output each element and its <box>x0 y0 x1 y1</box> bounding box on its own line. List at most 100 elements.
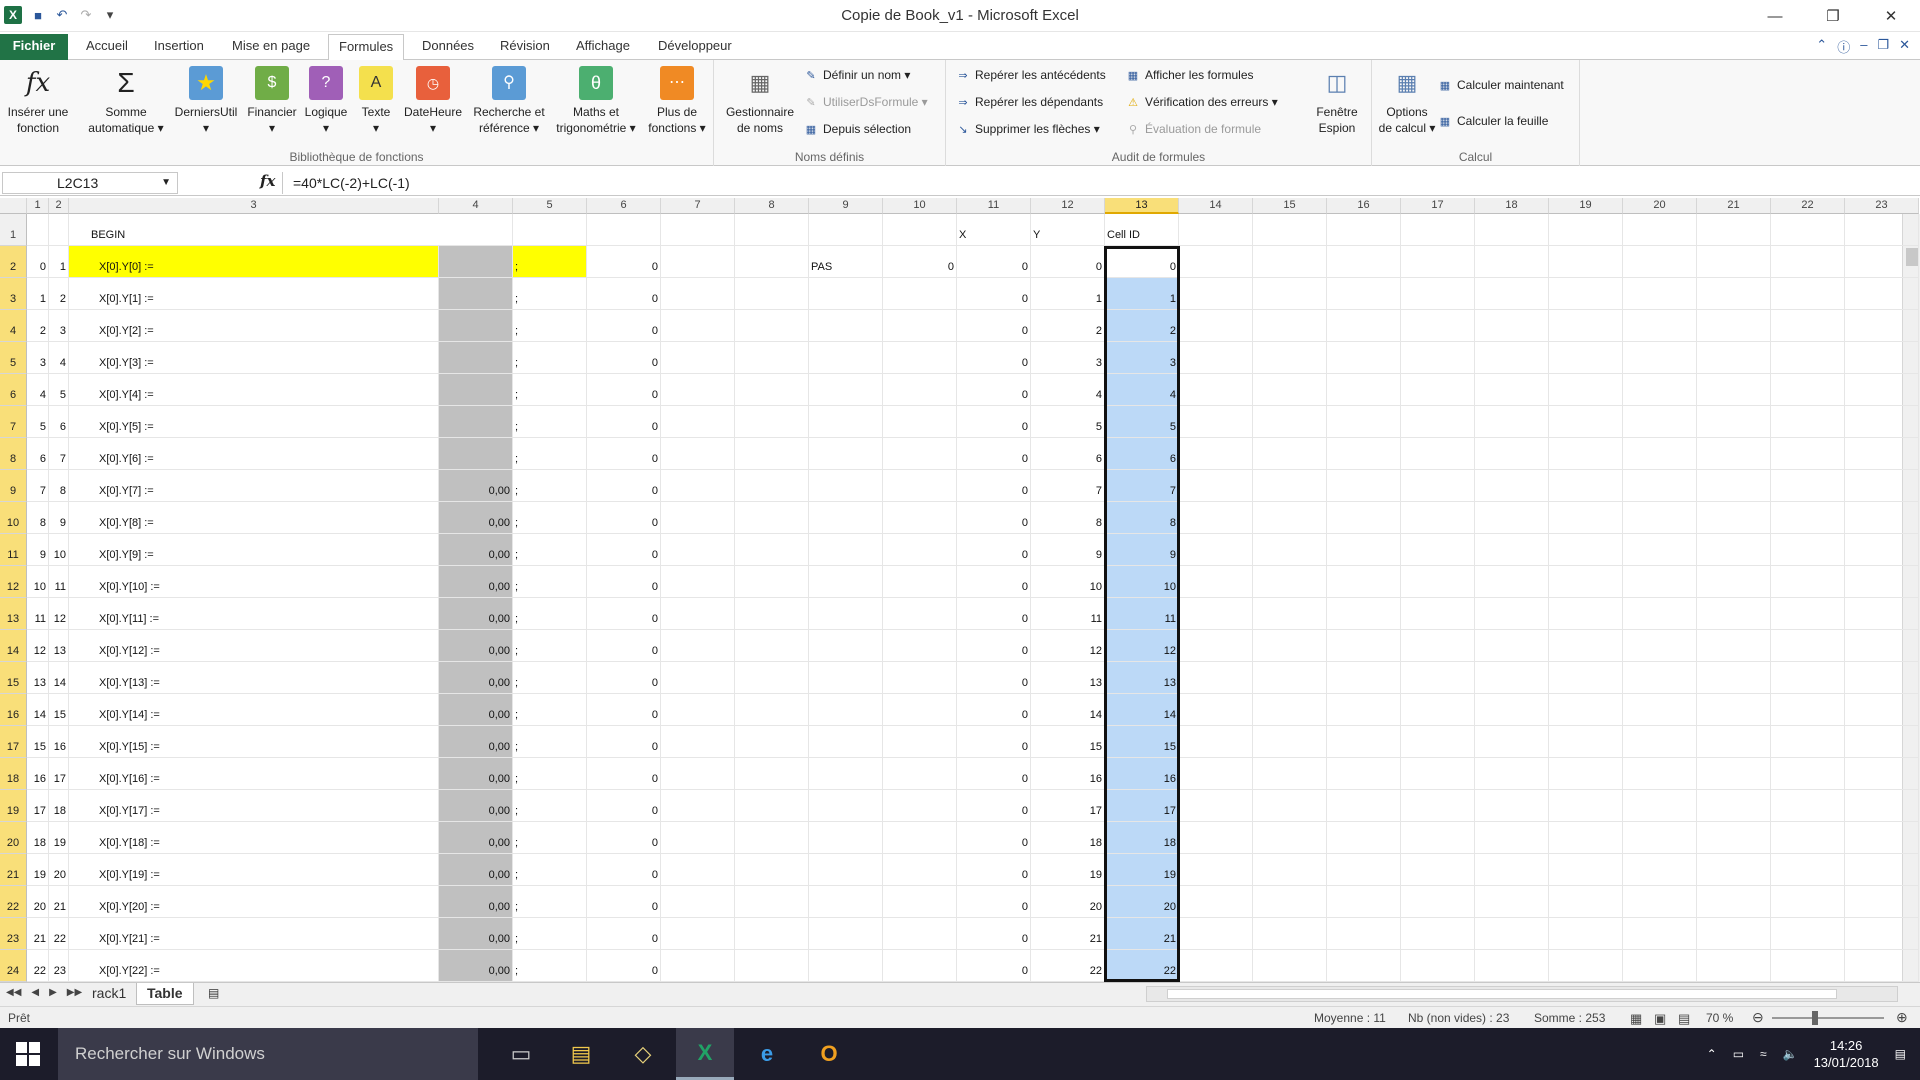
cell[interactable]: X[0].Y[20] := <box>69 886 439 918</box>
cell[interactable]: 10 <box>1031 566 1105 598</box>
internet-explorer-icon[interactable]: e <box>738 1028 796 1080</box>
cell[interactable] <box>1475 310 1549 342</box>
column-header[interactable]: 2 <box>49 198 69 214</box>
name-box[interactable]: L2C13 ▼ <box>2 172 178 194</box>
cell[interactable]: 0,00 <box>439 598 513 630</box>
cell[interactable] <box>1697 278 1771 310</box>
selected-cell[interactable]: 20 <box>1105 886 1179 918</box>
cell[interactable]: 18 <box>1031 822 1105 854</box>
cell[interactable] <box>735 214 809 246</box>
cell[interactable] <box>1401 438 1475 470</box>
cell[interactable]: ; <box>513 438 587 470</box>
cell[interactable] <box>1549 406 1623 438</box>
cell[interactable] <box>883 406 957 438</box>
cell[interactable] <box>735 246 809 278</box>
row-header[interactable]: 2 <box>0 246 27 278</box>
cell[interactable] <box>883 438 957 470</box>
cell[interactable] <box>809 662 883 694</box>
cell[interactable] <box>661 758 735 790</box>
cell[interactable] <box>1549 502 1623 534</box>
cell[interactable] <box>809 918 883 950</box>
cell[interactable]: 0 <box>957 438 1031 470</box>
cell[interactable]: 0 <box>587 662 661 694</box>
calc-now-button[interactable]: ▦ Calculer maintenant <box>1438 78 1564 92</box>
cell[interactable]: 0 <box>957 950 1031 982</box>
cell[interactable]: X[0].Y[13] := <box>69 662 439 694</box>
cell[interactable]: 0 <box>587 534 661 566</box>
cell[interactable] <box>1623 662 1697 694</box>
column-header[interactable]: 8 <box>735 198 809 214</box>
file-explorer-icon[interactable]: ▤ <box>552 1028 610 1080</box>
cell[interactable] <box>1253 694 1327 726</box>
cell[interactable]: ; <box>513 630 587 662</box>
cell[interactable]: 20 <box>49 854 69 886</box>
cell[interactable] <box>1179 726 1253 758</box>
row-header[interactable]: 5 <box>0 342 27 374</box>
cell[interactable] <box>587 214 661 246</box>
cell[interactable] <box>1845 854 1919 886</box>
cell[interactable] <box>883 694 957 726</box>
cell[interactable] <box>1179 886 1253 918</box>
row-header[interactable]: 10 <box>0 502 27 534</box>
collapse-ribbon-icon[interactable]: ⌃ <box>1816 37 1827 56</box>
cell[interactable]: ; <box>513 694 587 726</box>
cell[interactable]: 0 <box>957 374 1031 406</box>
cell[interactable] <box>735 534 809 566</box>
cell[interactable] <box>1475 214 1549 246</box>
column-header[interactable]: 12 <box>1031 198 1105 214</box>
cell[interactable] <box>1179 950 1253 982</box>
cell[interactable]: 0 <box>587 822 661 854</box>
cell[interactable] <box>735 406 809 438</box>
cell[interactable] <box>1179 566 1253 598</box>
cell[interactable] <box>1253 214 1327 246</box>
cell[interactable] <box>1253 822 1327 854</box>
row-header[interactable]: 4 <box>0 310 27 342</box>
cell[interactable] <box>735 630 809 662</box>
cell[interactable] <box>1623 214 1697 246</box>
cell[interactable] <box>1253 502 1327 534</box>
cell[interactable] <box>1623 950 1697 982</box>
column-header[interactable]: 21 <box>1697 198 1771 214</box>
cell[interactable] <box>1845 662 1919 694</box>
cell[interactable] <box>1549 662 1623 694</box>
column-header[interactable]: 3 <box>69 198 439 214</box>
use-in-formula-button[interactable]: ✎ UtiliserDsFormule ▾ <box>804 95 927 109</box>
cell[interactable]: X[0].Y[15] := <box>69 726 439 758</box>
cell[interactable]: 0 <box>587 438 661 470</box>
cell[interactable]: 0 <box>957 694 1031 726</box>
cell[interactable]: 12 <box>1031 630 1105 662</box>
cell[interactable] <box>809 598 883 630</box>
cell[interactable] <box>1401 854 1475 886</box>
column-header[interactable]: 17 <box>1401 198 1475 214</box>
cell[interactable] <box>883 950 957 982</box>
cell[interactable] <box>49 214 69 246</box>
cell[interactable] <box>513 214 587 246</box>
cell[interactable] <box>1623 374 1697 406</box>
wifi-icon[interactable]: ≈ <box>1760 1047 1767 1061</box>
row-header[interactable]: 15 <box>0 662 27 694</box>
cell[interactable] <box>1179 758 1253 790</box>
zoom-slider-thumb[interactable] <box>1812 1011 1818 1025</box>
cell[interactable]: 0 <box>587 470 661 502</box>
cell[interactable] <box>809 502 883 534</box>
cell[interactable] <box>1327 662 1401 694</box>
cell[interactable] <box>1623 854 1697 886</box>
cell[interactable]: 12 <box>27 630 49 662</box>
cell[interactable] <box>809 886 883 918</box>
tab-affichage[interactable]: Affichage <box>566 34 640 60</box>
photos-app-icon[interactable]: ◇ <box>614 1028 672 1080</box>
cell[interactable] <box>1401 502 1475 534</box>
cell[interactable] <box>1179 918 1253 950</box>
tab-fichier[interactable]: Fichier <box>0 34 68 60</box>
cell[interactable]: X[0].Y[11] := <box>69 598 439 630</box>
cell[interactable] <box>1475 374 1549 406</box>
cell[interactable] <box>1549 342 1623 374</box>
cell[interactable]: 6 <box>27 438 49 470</box>
cell[interactable] <box>1401 790 1475 822</box>
cell[interactable] <box>735 310 809 342</box>
cell[interactable] <box>883 534 957 566</box>
cell[interactable]: 17 <box>27 790 49 822</box>
recent-functions-button[interactable]: ★ DerniersUtil ▾ <box>170 66 242 136</box>
cell[interactable]: 0 <box>587 758 661 790</box>
cell[interactable] <box>1623 886 1697 918</box>
